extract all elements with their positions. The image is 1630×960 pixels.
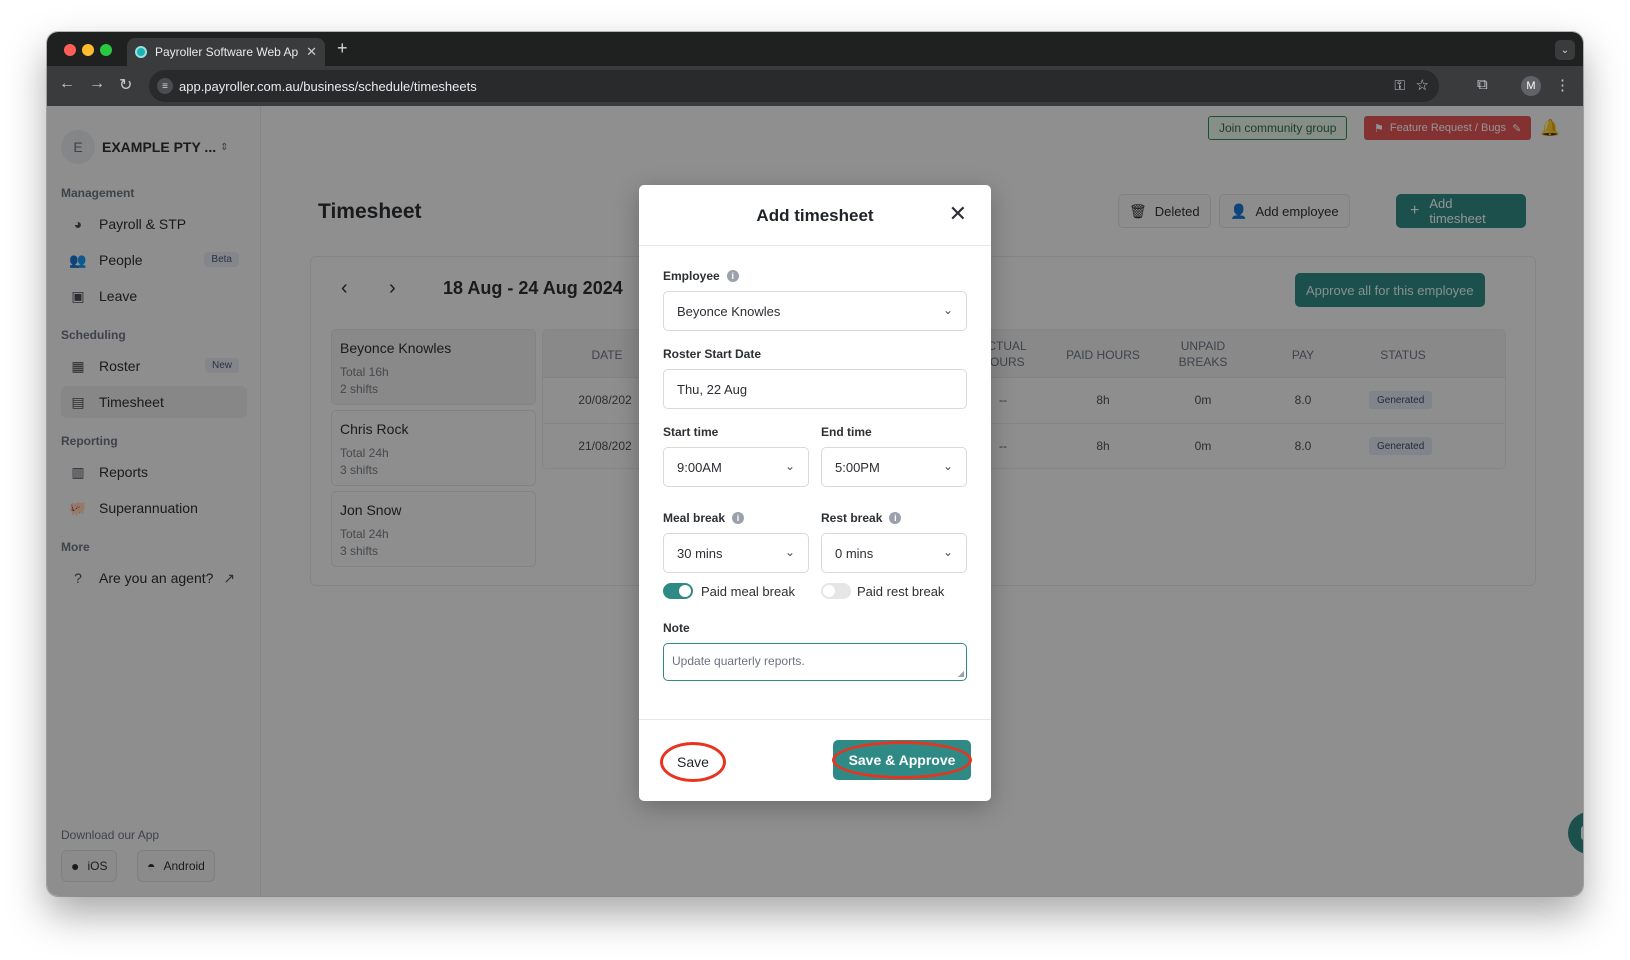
resize-handle-icon[interactable]: ◢	[958, 669, 964, 678]
address-bar[interactable]: ≡ app.payroller.com.au/business/schedule…	[149, 70, 1439, 102]
end-time-select[interactable]: 5:00PM ⌄	[821, 447, 967, 487]
browser-toolbar: ← → ↻ ≡ app.payroller.com.au/business/sc…	[47, 66, 1583, 106]
url-text: app.payroller.com.au/business/schedule/t…	[179, 79, 477, 94]
rest-break-value: 0 mins	[835, 545, 874, 561]
chevron-down-icon: ⌄	[942, 459, 953, 473]
site-settings-icon[interactable]: ≡	[157, 78, 173, 94]
start-time-label: Start time	[663, 425, 719, 439]
start-time-select[interactable]: 9:00AM ⌄	[663, 447, 809, 487]
maximize-window-button[interactable]	[100, 44, 112, 56]
rest-break-select[interactable]: 0 mins ⌄	[821, 533, 967, 573]
end-time-label: End time	[821, 425, 872, 439]
info-icon[interactable]: i	[726, 270, 739, 282]
end-time-value: 5:00PM	[835, 459, 880, 475]
chevron-down-icon: ⌄	[942, 545, 953, 559]
chevron-down-icon: ⌄	[784, 545, 795, 559]
toggle-knob	[679, 585, 691, 597]
note-label: Note	[663, 621, 690, 635]
modal-footer-divider	[639, 719, 991, 720]
bookmark-star-icon[interactable]: ☆	[1416, 76, 1429, 94]
browser-window: Payroller Software Web Appli ✕ + ⌄ ← → ↻…	[47, 32, 1583, 896]
profile-avatar[interactable]: M	[1521, 76, 1541, 96]
new-tab-icon[interactable]: +	[337, 38, 348, 59]
modal-title: Add timesheet	[756, 206, 874, 225]
paid-rest-break-toggle[interactable]	[821, 583, 851, 599]
browser-menu-icon[interactable]: ⋮	[1555, 76, 1570, 94]
tab-strip: Payroller Software Web Appli ✕ + ⌄	[47, 32, 1583, 66]
start-time-value: 9:00AM	[677, 459, 722, 475]
forward-icon[interactable]: →	[89, 75, 105, 93]
roster-start-label: Roster Start Date	[663, 347, 762, 361]
employee-label: Employee i	[663, 269, 739, 283]
note-textarea[interactable]: Update quarterly reports. ◢	[663, 643, 967, 681]
chevron-down-icon: ⌄	[942, 303, 953, 317]
info-icon[interactable]: i	[732, 512, 745, 524]
save-approve-button[interactable]: Save & Approve	[833, 740, 971, 780]
back-icon[interactable]: ←	[59, 75, 75, 93]
tab-search-icon[interactable]: ⌄	[1555, 40, 1575, 60]
employee-select[interactable]: Beyonce Knowles ⌄	[663, 291, 967, 331]
close-window-button[interactable]	[64, 44, 76, 56]
meal-break-label: Meal break i	[663, 511, 745, 525]
highlight-ring	[835, 744, 969, 776]
tab-close-icon[interactable]: ✕	[306, 44, 317, 60]
extensions-icon[interactable]: ⧉	[1477, 76, 1488, 93]
rest-break-label-text: Rest break	[821, 511, 883, 525]
tab-title: Payroller Software Web Appli	[155, 45, 299, 59]
chevron-down-icon: ⌄	[784, 459, 795, 473]
password-key-icon[interactable]: ⚿	[1394, 77, 1405, 94]
info-icon[interactable]: i	[889, 512, 902, 524]
close-icon[interactable]: ✕	[949, 203, 967, 225]
payroller-favicon-icon	[135, 46, 147, 58]
employee-label-text: Employee	[663, 269, 720, 283]
roster-start-value: Thu, 22 Aug	[677, 381, 748, 397]
rest-break-label: Rest break i	[821, 511, 902, 525]
meal-break-label-text: Meal break	[663, 511, 726, 525]
meal-break-select[interactable]: 30 mins ⌄	[663, 533, 809, 573]
toggle-knob	[823, 585, 835, 597]
paid-meal-break-label: Paid meal break	[701, 584, 795, 599]
paid-rest-break-label: Paid rest break	[857, 584, 945, 599]
browser-tab[interactable]: Payroller Software Web Appli ✕	[127, 38, 325, 66]
reload-icon[interactable]: ↻	[119, 75, 132, 95]
modal-header: Add timesheet ✕	[639, 185, 991, 246]
paid-meal-break-toggle[interactable]	[663, 583, 693, 599]
meal-break-value: 30 mins	[677, 545, 723, 561]
add-timesheet-modal: Add timesheet ✕ Employee i Beyonce Knowl…	[639, 185, 991, 801]
save-button[interactable]: Save	[663, 745, 723, 779]
roster-start-date-input[interactable]: Thu, 22 Aug	[663, 369, 967, 409]
employee-value: Beyonce Knowles	[677, 303, 781, 319]
note-value: Update quarterly reports.	[672, 654, 805, 668]
minimize-window-button[interactable]	[82, 44, 94, 56]
